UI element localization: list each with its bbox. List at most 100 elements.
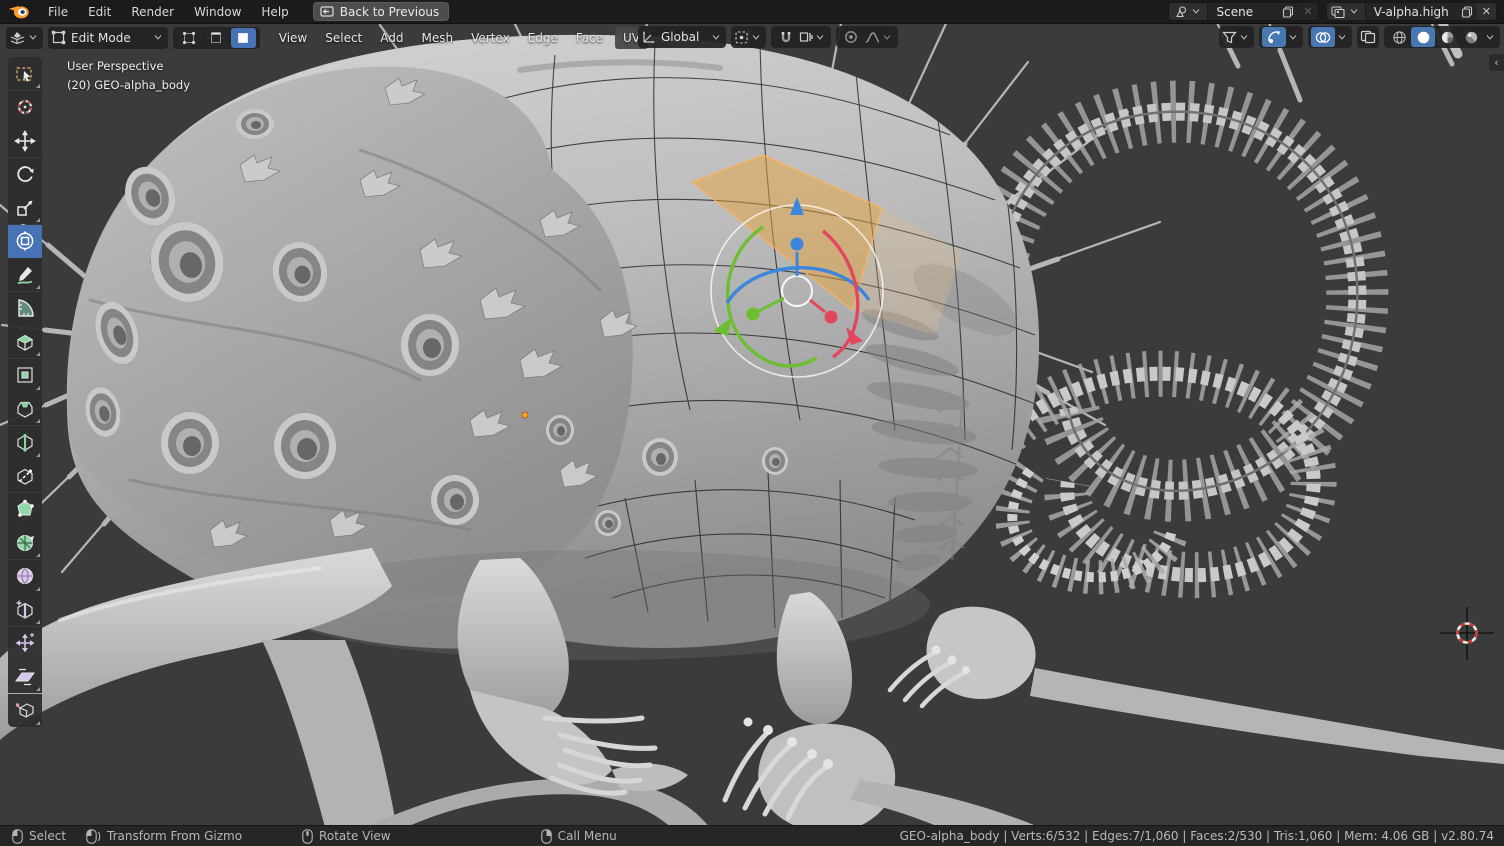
menu-file[interactable]: File	[38, 0, 78, 24]
scene-new-copy-button[interactable]	[1278, 3, 1298, 20]
view-layer-selector[interactable]: V-alpha.high ✕	[1326, 2, 1497, 21]
hint-label: Call Menu	[558, 829, 617, 843]
hint-label: Transform From Gizmo	[107, 829, 242, 843]
topbar: File Edit Render Window Help Back to Pre…	[0, 0, 1504, 24]
tool-cursor-button[interactable]	[8, 91, 42, 124]
viewport-header: Edit Mode View Select Add Mesh Vertex Ed…	[0, 25, 1504, 50]
visibility-filter-group[interactable]	[1219, 26, 1254, 48]
view-layer-remove-button[interactable]: ✕	[1477, 3, 1496, 20]
tool-rotate-button[interactable]	[8, 158, 42, 191]
menu-vertex[interactable]: Vertex	[462, 27, 519, 49]
menu-add[interactable]: Add	[371, 27, 412, 49]
shading-mode-group	[1384, 26, 1500, 48]
chevron-down-icon	[883, 35, 891, 40]
rendered-shading-button[interactable]	[1459, 27, 1483, 47]
menu-edge[interactable]: Edge	[519, 27, 567, 49]
scene-name-field[interactable]: Scene	[1208, 5, 1278, 19]
menu-mesh[interactable]: Mesh	[413, 27, 463, 49]
hint-label: Rotate View	[319, 829, 391, 843]
material-preview-button[interactable]	[1435, 27, 1459, 47]
tool-smooth-button[interactable]	[8, 560, 42, 593]
tool-shrink-fatten-button[interactable]	[8, 627, 42, 660]
snap-toggle-button[interactable]	[774, 27, 798, 47]
scene-browse-button[interactable]	[1169, 3, 1208, 20]
filter-funnel-icon	[1222, 31, 1237, 44]
orientation-label: Global	[657, 30, 709, 44]
edge-select-button[interactable]	[204, 28, 229, 48]
solid-shading-button[interactable]	[1411, 27, 1435, 47]
hint-label: Select	[29, 829, 66, 843]
editor-type-selector[interactable]	[6, 27, 43, 49]
tool-edge-slide-button[interactable]	[8, 593, 42, 626]
tool-extrude-region-button[interactable]	[8, 325, 42, 358]
falloff-curve-icon	[865, 31, 880, 44]
mouse-middle-icon	[302, 829, 313, 844]
tool-scale-button[interactable]	[8, 191, 42, 224]
active-object-label: (20) GEO-alpha_body	[67, 76, 190, 95]
mouse-left-icon	[12, 829, 23, 844]
tool-select-box-button[interactable]	[8, 57, 42, 90]
proportional-edit-toggle[interactable]	[839, 27, 863, 47]
chevron-down-icon	[816, 35, 824, 40]
back-to-previous-button[interactable]: Back to Previous	[313, 2, 450, 21]
back-to-previous-label: Back to Previous	[340, 5, 440, 19]
tool-knife-button[interactable]	[8, 459, 42, 492]
magnet-icon	[779, 30, 793, 44]
menu-help[interactable]: Help	[251, 0, 298, 24]
pivot-point-selector[interactable]	[731, 26, 766, 48]
chevron-down-icon	[1240, 35, 1248, 40]
tool-move-button[interactable]	[8, 124, 42, 157]
solid-sphere-icon	[1416, 30, 1431, 45]
proportional-falloff-selector[interactable]	[863, 27, 895, 47]
tool-poly-build-button[interactable]	[8, 493, 42, 526]
chevron-down-icon	[1486, 35, 1494, 40]
menu-face[interactable]: Face	[567, 27, 612, 49]
sidebar-toggle-tab[interactable]: ‹	[1489, 54, 1504, 71]
view-layer-icon	[1331, 6, 1345, 18]
snap-group	[771, 26, 831, 48]
view-layer-browse-button[interactable]	[1327, 3, 1366, 20]
tool-measure-button[interactable]	[8, 292, 42, 325]
editor-3d-viewport-icon	[9, 30, 26, 45]
copy-pages-icon	[1461, 6, 1473, 18]
tool-transform-button[interactable]	[8, 225, 42, 258]
chevron-down-icon	[752, 35, 760, 40]
xray-toggle[interactable]	[1357, 26, 1379, 48]
tool-rip-region-button[interactable]	[8, 694, 42, 727]
chevron-down-icon	[1289, 35, 1297, 40]
show-overlays-toggle[interactable]	[1311, 27, 1335, 47]
vertex-select-button[interactable]	[177, 28, 202, 48]
face-select-button[interactable]	[231, 28, 256, 48]
view-layer-name-field[interactable]: V-alpha.high	[1366, 5, 1457, 19]
toolbar	[8, 57, 42, 727]
view-layer-copy-button[interactable]	[1457, 3, 1477, 20]
gizmo-icon	[1267, 30, 1282, 44]
viewport-canvas[interactable]	[0, 0, 1504, 846]
tool-annotate-button[interactable]	[8, 258, 42, 291]
xray-icon	[1360, 30, 1376, 44]
tool-loop-cut-button[interactable]	[8, 426, 42, 459]
mode-selector[interactable]: Edit Mode	[48, 27, 168, 49]
blender-window: File Edit Render Window Help Back to Pre…	[0, 0, 1504, 846]
proportional-edit-group	[836, 26, 898, 48]
menu-select[interactable]: Select	[316, 27, 371, 49]
tool-shear-button[interactable]	[8, 660, 42, 693]
scene-selector[interactable]: Scene ✕	[1168, 2, 1318, 21]
select-mode-group	[173, 27, 260, 49]
chevron-down-icon	[1350, 9, 1358, 14]
menu-window[interactable]: Window	[184, 0, 251, 24]
snap-target-selector[interactable]	[798, 27, 828, 47]
hint-select: Select	[12, 829, 66, 844]
menu-render[interactable]: Render	[121, 0, 184, 24]
chevron-down-icon	[154, 35, 162, 40]
menu-view[interactable]: View	[270, 27, 316, 49]
transform-orientation-selector[interactable]: Global	[638, 26, 726, 48]
tool-inset-faces-button[interactable]	[8, 359, 42, 392]
blender-logo-icon[interactable]	[8, 4, 30, 19]
wireframe-sphere-icon	[1392, 30, 1407, 45]
tool-spin-button[interactable]	[8, 526, 42, 559]
wireframe-shading-button[interactable]	[1387, 27, 1411, 47]
show-gizmos-toggle[interactable]	[1262, 27, 1286, 47]
tool-bevel-button[interactable]	[8, 392, 42, 425]
menu-edit[interactable]: Edit	[78, 0, 121, 24]
